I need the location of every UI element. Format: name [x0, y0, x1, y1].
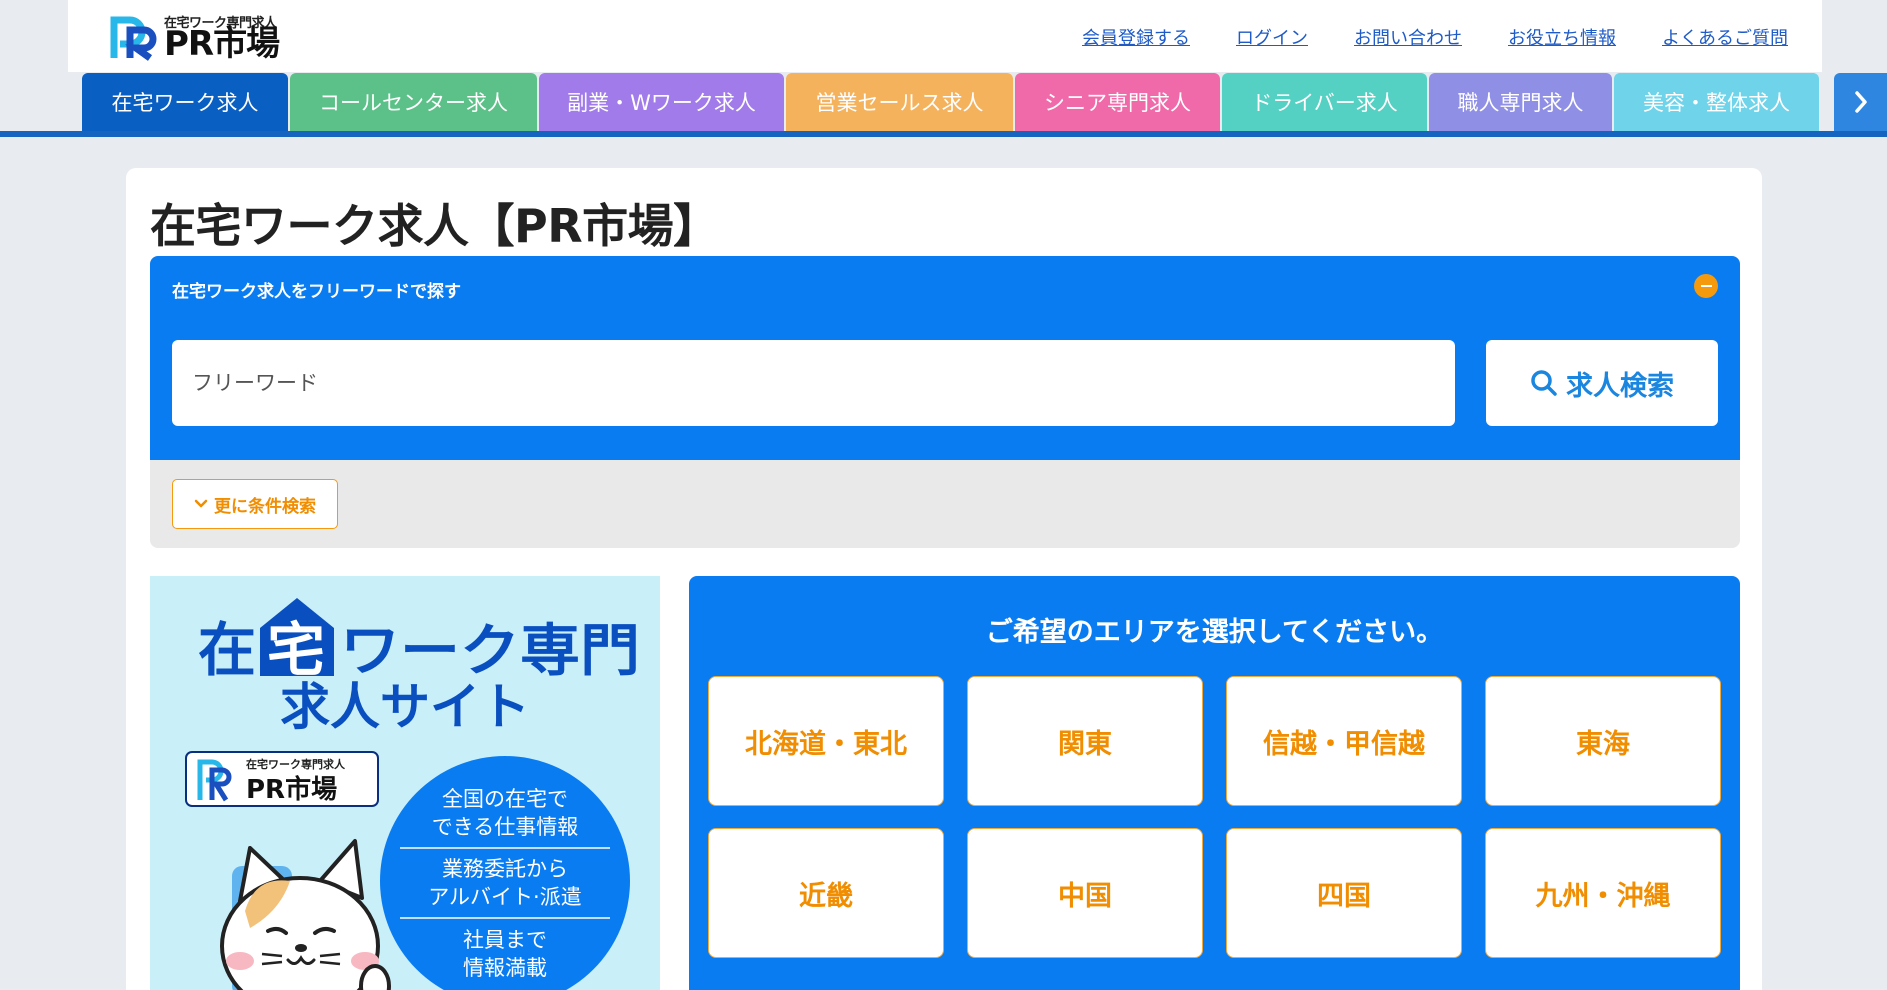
free-word-search-panel: 在宅ワーク求人をフリーワードで探す 求人検索	[150, 256, 1740, 460]
job-search-button[interactable]: 求人検索	[1486, 340, 1718, 426]
banner-feature1-line2: できる仕事情報	[432, 815, 579, 839]
area-shinetsu[interactable]: 信越・甲信越	[1226, 676, 1462, 806]
site-logo[interactable]: 在宅ワーク専門求人 PR市場	[108, 12, 328, 64]
tabs-next-button[interactable]	[1834, 73, 1887, 131]
tab-remote-work[interactable]: 在宅ワーク求人	[82, 73, 288, 131]
logo-title: PR市場	[164, 24, 280, 64]
tab-call-center[interactable]: コールセンター求人	[290, 73, 537, 131]
free-word-input[interactable]	[172, 340, 1455, 426]
cat-mascot	[220, 839, 391, 990]
collapse-toggle-button[interactable]	[1694, 274, 1718, 298]
tab-sales[interactable]: 営業セールス求人	[786, 73, 1013, 131]
useful-info-link[interactable]: お役立ち情報	[1508, 24, 1616, 50]
banner-logo-main: PR市場	[246, 774, 337, 805]
area-heading: ご希望のエリアを選択してください。	[985, 617, 1444, 648]
area-selection-panel: ご希望のエリアを選択してください。 北海道・東北 関東 信越・甲信越 東海 近畿…	[689, 576, 1740, 990]
tab-underline-bar	[0, 131, 1887, 137]
more-conditions-label: 更に条件検索	[214, 496, 316, 517]
banner-feature3-line2: 情報満載	[463, 956, 547, 980]
chevron-down-icon	[194, 499, 208, 508]
page-title: 在宅ワーク求人【PR市場】	[150, 199, 719, 253]
chevron-right-icon	[1854, 91, 1867, 113]
search-panel-label: 在宅ワーク求人をフリーワードで探す	[172, 282, 461, 302]
minus-icon	[1700, 285, 1712, 287]
area-grid: 北海道・東北 関東 信越・甲信越 東海 近畿 中国 四国 九州・沖縄	[708, 676, 1721, 958]
banner-title-line2: 求人サイト	[280, 678, 530, 736]
top-nav: 会員登録する ログイン お問い合わせ お役立ち情報 よくあるご質問	[1082, 24, 1788, 50]
area-tokai[interactable]: 東海	[1485, 676, 1721, 806]
tab-driver[interactable]: ドライバー求人	[1222, 73, 1427, 131]
area-shikoku[interactable]: 四国	[1226, 828, 1462, 958]
contact-link[interactable]: お問い合わせ	[1354, 24, 1462, 50]
area-hokkaido-tohoku[interactable]: 北海道・東北	[708, 676, 944, 806]
register-link[interactable]: 会員登録する	[1082, 24, 1190, 50]
tab-beauty[interactable]: 美容・整体求人	[1614, 73, 1819, 131]
category-tabs: 在宅ワーク求人 コールセンター求人 副業・Wワーク求人 営業セールス求人 シニア…	[82, 73, 1819, 131]
banner-feature2-line2: アルバイト·派遣	[428, 885, 581, 909]
banner-title-rest: ワーク専門	[340, 619, 640, 684]
area-chugoku[interactable]: 中国	[967, 828, 1203, 958]
banner-illustration: 在 宅 ワーク専門 求人サイト 在宅ワーク専門求人 PR市場 全国の在宅で でき…	[185, 598, 640, 990]
tab-craftsman[interactable]: 職人専門求人	[1429, 73, 1612, 131]
site-header: 在宅ワーク専門求人 PR市場 会員登録する ログイン お問い合わせ お役立ち情報…	[68, 0, 1822, 72]
banner-title-char2: 宅	[267, 616, 325, 684]
advanced-search-bar: 更に条件検索	[150, 460, 1740, 548]
banner-logo-sub: 在宅ワーク専門求人	[246, 757, 346, 771]
search-icon	[1531, 370, 1557, 396]
banner-feature2-line1: 業務委託から	[442, 857, 568, 881]
promo-banner[interactable]: 在 宅 ワーク専門 求人サイト 在宅ワーク専門求人 PR市場 全国の在宅で でき…	[150, 576, 660, 990]
banner-feature1-line1: 全国の在宅で	[442, 787, 568, 811]
login-link[interactable]: ログイン	[1236, 24, 1308, 50]
banner-feature3-line1: 社員まで	[463, 928, 547, 952]
area-kinki[interactable]: 近畿	[708, 828, 944, 958]
tab-senior[interactable]: シニア専門求人	[1015, 73, 1220, 131]
area-kyushu-okinawa[interactable]: 九州・沖縄	[1485, 828, 1721, 958]
area-kanto[interactable]: 関東	[967, 676, 1203, 806]
search-button-label: 求人検索	[1566, 370, 1674, 402]
tab-side-job[interactable]: 副業・Wワーク求人	[539, 73, 784, 131]
banner-title-char1: 在	[198, 616, 256, 684]
faq-link[interactable]: よくあるご質問	[1662, 24, 1788, 50]
more-conditions-button[interactable]: 更に条件検索	[172, 479, 338, 529]
pr-logo-icon	[110, 16, 157, 61]
